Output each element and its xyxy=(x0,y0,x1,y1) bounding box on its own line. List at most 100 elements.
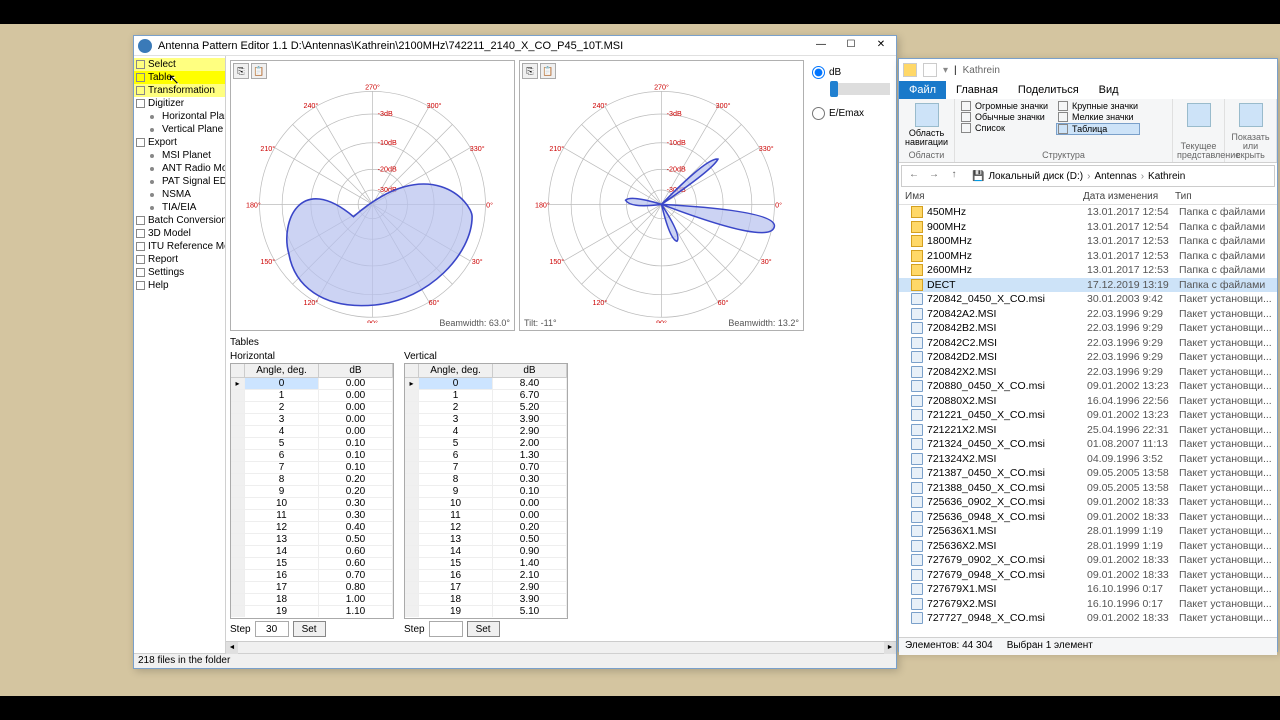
file-row[interactable]: 720842C2.MSI22.03.1996 9:29Пакет установ… xyxy=(899,336,1277,351)
table-row[interactable]: 30.00 xyxy=(231,414,393,426)
col-angle[interactable]: Angle, deg. xyxy=(245,364,319,377)
view-normal-icons[interactable]: Обычные значки xyxy=(959,112,1050,122)
breadcrumb-seg[interactable]: Локальный диск (D:) xyxy=(988,171,1083,182)
tree-item[interactable]: Vertical Plane xyxy=(134,123,225,136)
table-row[interactable]: 70.70 xyxy=(405,462,567,474)
tree-item[interactable]: Table xyxy=(134,71,225,84)
table-row[interactable]: 140.90 xyxy=(405,546,567,558)
close-button[interactable]: ✕ xyxy=(866,36,896,56)
file-row[interactable]: DECT17.12.2019 13:19Папка с файлами xyxy=(899,278,1277,293)
table-row[interactable]: 183.90 xyxy=(405,594,567,606)
table-row[interactable]: 10.00 xyxy=(231,390,393,402)
db-slider[interactable] xyxy=(830,83,890,95)
view-huge-icons[interactable]: Огромные значки xyxy=(959,101,1050,111)
table-row[interactable]: 110.30 xyxy=(231,510,393,522)
table-row[interactable]: 16.70 xyxy=(405,390,567,402)
horizontal-scrollbar[interactable] xyxy=(226,641,896,653)
file-row[interactable]: 721387_0450_X_CO.msi09.05.2005 13:58Паке… xyxy=(899,466,1277,481)
forward-button[interactable]: → xyxy=(926,168,942,184)
tree-item[interactable]: Digitizer xyxy=(134,97,225,110)
col-name[interactable]: Имя xyxy=(899,191,1077,202)
up-button[interactable]: ↑ xyxy=(946,168,962,184)
file-row[interactable]: 725636X2.MSI28.01.1999 1:19Пакет установ… xyxy=(899,539,1277,554)
file-list[interactable]: 450MHz13.01.2017 12:54Папка с файлами900… xyxy=(899,205,1277,637)
table-row[interactable]: 170.80 xyxy=(231,582,393,594)
tree-item[interactable]: PAT Signal EDX xyxy=(134,175,225,188)
file-row[interactable]: 720842X2.MSI22.03.1996 9:29Пакет установ… xyxy=(899,365,1277,380)
set-button-horizontal[interactable]: Set xyxy=(293,621,326,637)
tab-share[interactable]: Поделиться xyxy=(1008,81,1089,99)
table-row[interactable]: 120.20 xyxy=(405,522,567,534)
minimize-button[interactable]: — xyxy=(806,36,836,56)
table-row[interactable]: 150.60 xyxy=(231,558,393,570)
step-input-horizontal[interactable] xyxy=(255,621,289,637)
table-row[interactable]: 50.10 xyxy=(231,438,393,450)
table-row[interactable]: 90.10 xyxy=(405,486,567,498)
tree-item[interactable]: Help xyxy=(134,279,225,292)
table-row[interactable]: 08.40 xyxy=(405,378,567,390)
file-row[interactable]: 725636_0902_X_CO.msi09.01.2002 18:33Паке… xyxy=(899,495,1277,510)
table-row[interactable]: 110.00 xyxy=(405,510,567,522)
table-row[interactable]: 162.10 xyxy=(405,570,567,582)
table-row[interactable]: 140.60 xyxy=(231,546,393,558)
table-row[interactable]: 191.10 xyxy=(231,606,393,617)
file-row[interactable]: 721388_0450_X_CO.msi09.05.2005 13:58Паке… xyxy=(899,481,1277,496)
table-row[interactable]: 181.00 xyxy=(231,594,393,606)
file-row[interactable]: 721221_0450_X_CO.msi09.01.2002 13:23Паке… xyxy=(899,408,1277,423)
table-row[interactable]: 40.00 xyxy=(231,426,393,438)
file-row[interactable]: 2600MHz13.01.2017 12:53Папка с файлами xyxy=(899,263,1277,278)
table-row[interactable]: 70.10 xyxy=(231,462,393,474)
file-row[interactable]: 725636_0948_X_CO.msi09.01.2002 18:33Паке… xyxy=(899,510,1277,525)
tree-item[interactable]: NSMA xyxy=(134,188,225,201)
col-angle[interactable]: Angle, deg. xyxy=(419,364,493,377)
file-row[interactable]: 720880_0450_X_CO.msi09.01.2002 13:23Паке… xyxy=(899,379,1277,394)
col-date[interactable]: Дата изменения xyxy=(1077,191,1169,202)
file-row[interactable]: 720842A2.MSI22.03.1996 9:29Пакет установ… xyxy=(899,307,1277,322)
col-db[interactable]: dB xyxy=(493,364,567,377)
view-list[interactable]: Список xyxy=(959,123,1050,133)
table-row[interactable]: 195.10 xyxy=(405,606,567,617)
table-row[interactable]: 160.70 xyxy=(231,570,393,582)
file-row[interactable]: 721221X2.MSI25.04.1996 22:31Пакет устано… xyxy=(899,423,1277,438)
file-row[interactable]: 450MHz13.01.2017 12:54Папка с файлами xyxy=(899,205,1277,220)
table-row[interactable]: 172.90 xyxy=(405,582,567,594)
set-button-vertical[interactable]: Set xyxy=(467,621,500,637)
maximize-button[interactable]: ☐ xyxy=(836,36,866,56)
breadcrumb[interactable]: ← → ↑ 💾 Локальный диск (D:)› Antennas› K… xyxy=(901,165,1275,187)
file-row[interactable]: 727679X1.MSI16.10.1996 0:17Пакет установ… xyxy=(899,582,1277,597)
file-row[interactable]: 720842_0450_X_CO.msi30.01.2003 9:42Пакет… xyxy=(899,292,1277,307)
table-row[interactable]: 25.20 xyxy=(405,402,567,414)
step-input-vertical[interactable] xyxy=(429,621,463,637)
table-row[interactable]: 100.00 xyxy=(405,498,567,510)
table-row[interactable]: 100.30 xyxy=(231,498,393,510)
file-row[interactable]: 900MHz13.01.2017 12:54Папка с файлами xyxy=(899,220,1277,235)
tree-item[interactable]: ITU Reference Models xyxy=(134,240,225,253)
qat-icon[interactable] xyxy=(923,63,937,77)
breadcrumb-seg[interactable]: Antennas xyxy=(1094,171,1136,182)
tree-item[interactable]: TIA/EIA xyxy=(134,201,225,214)
table-row[interactable]: 52.00 xyxy=(405,438,567,450)
table-row[interactable]: 130.50 xyxy=(231,534,393,546)
tree-item[interactable]: Select xyxy=(134,58,225,71)
navigation-pane-button[interactable]: Область навигации xyxy=(903,101,950,149)
tree-item[interactable]: Settings xyxy=(134,266,225,279)
table-row[interactable]: 80.20 xyxy=(231,474,393,486)
back-button[interactable]: ← xyxy=(906,168,922,184)
tree-item[interactable]: Export xyxy=(134,136,225,149)
file-row[interactable]: 1800MHz13.01.2017 12:53Папка с файлами xyxy=(899,234,1277,249)
col-db[interactable]: dB xyxy=(319,364,393,377)
file-row[interactable]: 727679_0902_X_CO.msi09.01.2002 18:33Паке… xyxy=(899,553,1277,568)
tree-item[interactable]: Batch Conversion xyxy=(134,214,225,227)
file-row[interactable]: 720880X2.MSI16.04.1996 22:56Пакет устано… xyxy=(899,394,1277,409)
tree-item[interactable]: 3D Model xyxy=(134,227,225,240)
table-row[interactable]: 60.10 xyxy=(231,450,393,462)
current-view-button[interactable] xyxy=(1177,101,1220,129)
table-row[interactable]: 151.40 xyxy=(405,558,567,570)
tab-file[interactable]: Файл xyxy=(899,81,946,99)
tree-item[interactable]: MSI Planet xyxy=(134,149,225,162)
tree-item[interactable]: Report xyxy=(134,253,225,266)
col-type[interactable]: Тип xyxy=(1169,191,1277,202)
tree-item[interactable]: ANT Radio Mobile xyxy=(134,162,225,175)
table-row[interactable]: 00.00 xyxy=(231,378,393,390)
tab-home[interactable]: Главная xyxy=(946,81,1008,99)
